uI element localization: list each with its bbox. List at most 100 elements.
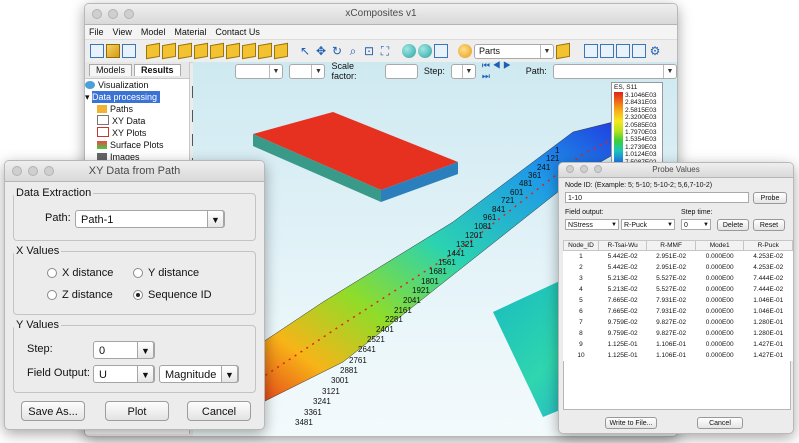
main-titlebar: xComposites v1 (85, 4, 677, 25)
menu-material[interactable]: Material (174, 25, 206, 39)
gear-icon[interactable]: ⚙ (648, 44, 662, 58)
legend-value: 1.0124E03 (625, 151, 657, 159)
tree-item-xy-plots[interactable]: XY Plots (85, 127, 189, 139)
plot-button[interactable]: Plot (105, 401, 169, 421)
tree-item-paths[interactable]: Paths (85, 103, 189, 115)
table-row[interactable]: 8 9.759E-02 9.827E-02 0.000E00 1.280E-01 (564, 328, 793, 339)
tab-models[interactable]: Models (89, 64, 133, 76)
table-cell: 0.000E00 (705, 352, 734, 359)
playback-controls-icon[interactable]: ⏮ ◀ ▶ ⏭ (482, 60, 520, 82)
table-row[interactable]: 1 5.442E-02 2.951E-02 0.000E00 4.253E-02 (564, 251, 793, 263)
probe-titlebar: Probe Values (559, 163, 793, 178)
open-folder-icon[interactable] (106, 44, 120, 58)
window-controls[interactable] (12, 166, 54, 176)
save-as-button[interactable]: Save As... (21, 401, 85, 421)
reset-button[interactable]: Reset (753, 219, 785, 231)
contour-legend: ES, S11 3.1046E03 2.8431E03 2.5815E03 2.320… (611, 82, 663, 173)
step-select[interactable]: ▼ (450, 63, 476, 79)
render-wire-icon[interactable] (418, 44, 432, 58)
node-id-input[interactable]: 1-10 (565, 192, 749, 203)
tree-item-xy-data[interactable]: XY Data (85, 115, 189, 127)
radio-sequence-id[interactable]: Sequence ID (133, 289, 212, 301)
rotate-icon[interactable]: ↻ (330, 44, 344, 58)
column-header[interactable]: Mode1 (694, 240, 745, 251)
table-row[interactable]: 10 1.125E-01 1.106E-01 0.000E00 1.427E-01 (564, 350, 793, 361)
tab-results[interactable]: Results (134, 64, 181, 76)
step-icon[interactable] (210, 42, 224, 60)
layout-single-icon[interactable] (584, 44, 598, 58)
new-file-icon[interactable] (90, 44, 104, 58)
material-icon[interactable] (162, 42, 176, 60)
column-header[interactable]: R-Puck (743, 240, 793, 251)
render-shaded-icon[interactable] (402, 44, 416, 58)
table-row[interactable]: 2 5.442E-02 2.951E-02 0.000E00 4.253E-02 (564, 262, 793, 273)
field-output-select[interactable]: NStress ▼ (565, 219, 619, 230)
layout-split-icon[interactable] (600, 44, 614, 58)
write-to-file-button[interactable]: Write to File... (605, 417, 657, 429)
frame-select[interactable]: ▼ (235, 63, 283, 79)
mesh-icon[interactable] (258, 42, 272, 60)
table-row[interactable]: 5 7.665E-02 7.931E-02 0.000E00 1.046E-01 (564, 295, 793, 306)
tree-item-data-processing[interactable]: ▾ Data processing (85, 91, 189, 103)
radio-label: Z distance (62, 289, 113, 301)
mesh-display-icon[interactable] (434, 44, 448, 58)
table-cell: 1.280E-01 (753, 319, 784, 326)
select-pointer-icon[interactable]: ↖ (298, 44, 312, 58)
table-row[interactable]: 3 5.213E-02 5.527E-02 0.000E00 7.444E-02 (564, 273, 793, 284)
table-row[interactable]: 7 9.759E-02 9.827E-02 0.000E00 1.280E-01 (564, 317, 793, 328)
table-row[interactable]: 9 1.125E-01 1.106E-01 0.000E00 1.427E-01 (564, 339, 793, 350)
radio-y-distance[interactable]: Y distance (133, 267, 199, 279)
part-display-icon[interactable] (556, 42, 570, 60)
results-options-bar: ▼ ▼ Scale factor: Step: ▼ ⏮ ◀ ▶ ⏭ Path: … (235, 60, 677, 82)
pan-icon[interactable]: ✥ (314, 44, 328, 58)
assembly-icon[interactable] (194, 42, 208, 60)
zoom-icon[interactable]: ⌕ (346, 44, 360, 58)
layout-quad-icon[interactable] (632, 44, 646, 58)
component-select[interactable]: Magnitude ▼ (159, 365, 239, 383)
probe-cancel-button[interactable]: Cancel (697, 417, 743, 429)
menu-view[interactable]: View (113, 25, 132, 39)
section-icon[interactable] (178, 42, 192, 60)
job-icon[interactable] (274, 42, 288, 60)
column-header[interactable]: R-Tsai-Wu (597, 240, 648, 251)
table-row[interactable]: 6 7.665E-02 7.931E-02 0.000E00 1.046E-01 (564, 306, 793, 317)
window-controls[interactable] (92, 9, 134, 19)
table-row[interactable]: 4 5.213E-02 5.527E-02 0.000E00 7.444E-02 (564, 284, 793, 295)
fit-view-icon[interactable]: ⛶ (378, 44, 392, 58)
step-select[interactable]: 0 ▼ (93, 341, 155, 359)
part-icon[interactable] (146, 42, 160, 60)
probe-button[interactable]: Probe (753, 192, 787, 204)
window-controls[interactable] (566, 165, 602, 173)
cancel-button[interactable]: Cancel (187, 401, 251, 421)
interaction-icon[interactable] (226, 42, 240, 60)
component-select[interactable]: R-Puck ▼ (621, 219, 675, 230)
load-icon[interactable] (242, 42, 256, 60)
column-header[interactable]: Node_ID (563, 240, 599, 251)
table-cell: 7 (579, 319, 583, 326)
layout-grid-icon[interactable] (616, 44, 630, 58)
column-header[interactable]: R-MMF (646, 240, 696, 251)
scale-factor-input[interactable] (385, 63, 418, 79)
chevron-down-icon: ▼ (207, 210, 224, 228)
field-output-select[interactable]: U ▼ (93, 365, 155, 383)
save-icon[interactable] (122, 44, 136, 58)
menu-contact-us[interactable]: Contact Us (215, 25, 260, 39)
x-values-title: X Values (16, 245, 60, 257)
tree-item-surface-plots[interactable]: Surface Plots (85, 139, 189, 151)
parts-select[interactable]: Parts ▼ (474, 43, 554, 59)
path-select[interactable]: Path-1 ▼ (75, 210, 225, 228)
legend-color-bar (614, 92, 623, 170)
menu-file[interactable]: File (89, 25, 104, 39)
step-time-select[interactable]: 0 ▼ (681, 219, 711, 230)
tree-item-visualization[interactable]: Visualization (85, 79, 189, 91)
menu-model[interactable]: Model (141, 25, 166, 39)
variable-select[interactable]: ▼ (288, 63, 326, 79)
radio-z-distance[interactable]: Z distance (47, 289, 113, 301)
path-select[interactable]: ▼ (552, 63, 677, 79)
table-cell: 7.444E-02 (753, 275, 784, 282)
zoom-box-icon[interactable]: ⊡ (362, 44, 376, 58)
radio-x-distance[interactable]: X distance (47, 267, 113, 279)
delete-button[interactable]: Delete (717, 219, 749, 231)
plot-icon (97, 127, 109, 137)
y-values-title: Y Values (16, 319, 60, 331)
